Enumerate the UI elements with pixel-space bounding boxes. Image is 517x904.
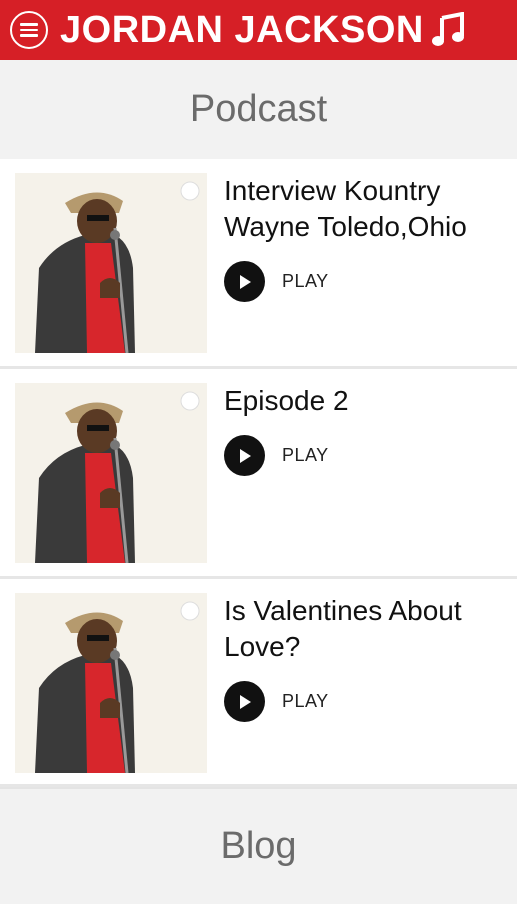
- play-label[interactable]: PLAY: [282, 445, 329, 466]
- artist-photo-icon: [15, 593, 207, 773]
- play-control[interactable]: PLAY: [224, 261, 505, 302]
- play-icon: [239, 448, 251, 463]
- section-title-blog[interactable]: Blog: [0, 787, 517, 904]
- episode-thumbnail: [15, 383, 207, 563]
- play-control[interactable]: PLAY: [224, 435, 505, 476]
- podcast-episode[interactable]: Episode 2 PLAY: [0, 369, 517, 579]
- podcast-episode[interactable]: Is Valentines About Love? PLAY: [0, 579, 517, 787]
- menu-button[interactable]: [10, 11, 48, 49]
- play-button[interactable]: [224, 681, 265, 722]
- artist-photo-icon: [15, 383, 207, 563]
- play-label[interactable]: PLAY: [282, 691, 329, 712]
- episode-thumbnail: [15, 173, 207, 353]
- podcast-episode[interactable]: Interview Kountry Wayne Toledo,Ohio PLAY: [0, 159, 517, 369]
- section-title-podcast: Podcast: [0, 60, 517, 159]
- menu-icon: [20, 20, 38, 40]
- episode-thumbnail: [15, 593, 207, 773]
- play-button[interactable]: [224, 261, 265, 302]
- app-title: JORDAN JACKSON: [60, 9, 424, 51]
- play-icon: [239, 694, 251, 709]
- play-button[interactable]: [224, 435, 265, 476]
- artist-photo-icon: [15, 173, 207, 353]
- episode-title[interactable]: Is Valentines About Love?: [224, 593, 505, 665]
- app-header: JORDAN JACKSON: [0, 0, 517, 60]
- music-note-icon[interactable]: [431, 12, 466, 48]
- episode-title[interactable]: Interview Kountry Wayne Toledo,Ohio: [224, 173, 505, 245]
- play-control[interactable]: PLAY: [224, 681, 505, 722]
- episode-title[interactable]: Episode 2: [224, 383, 505, 419]
- play-icon: [239, 274, 251, 289]
- play-label[interactable]: PLAY: [282, 271, 329, 292]
